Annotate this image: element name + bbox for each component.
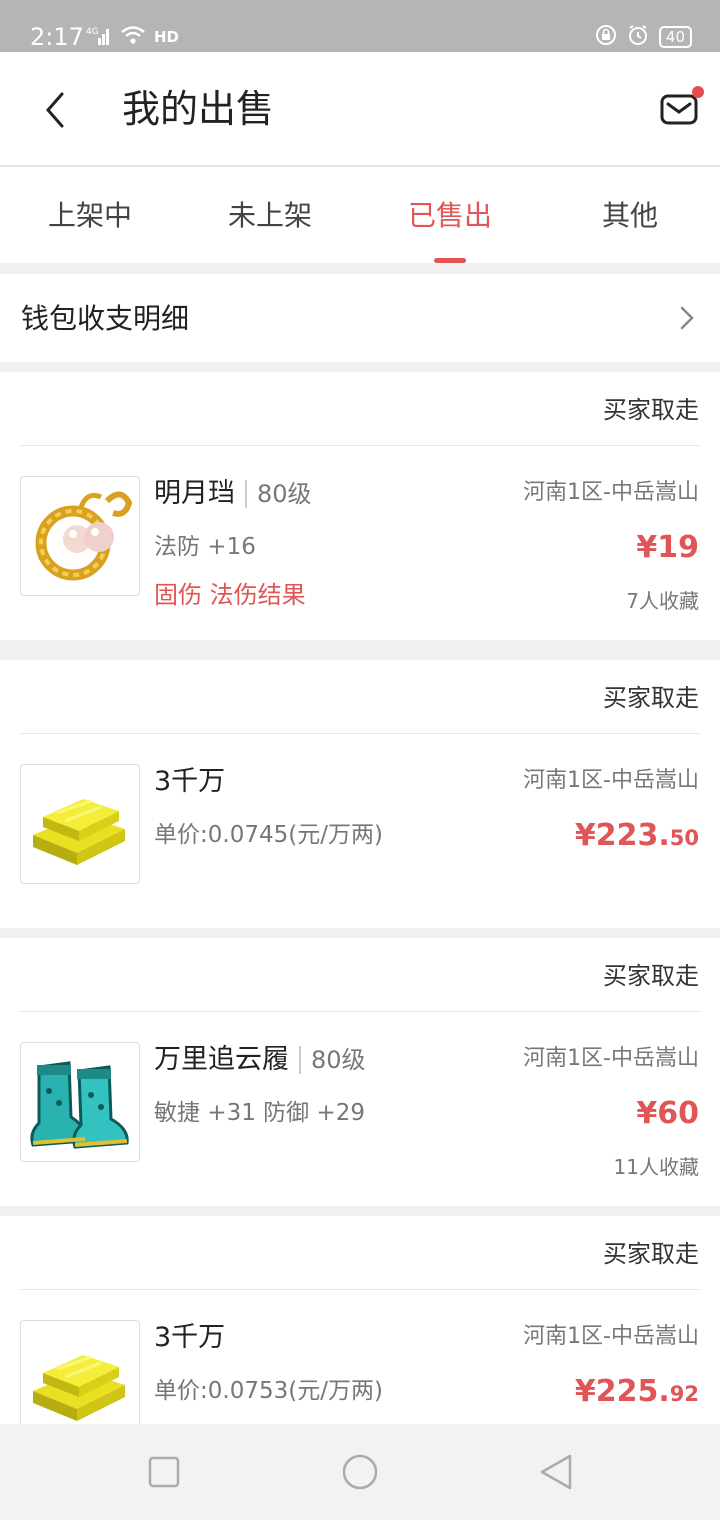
- tab-unlisted[interactable]: 未上架: [180, 167, 360, 263]
- triangle-back-icon: [540, 1454, 572, 1490]
- order-status: 买家取走: [603, 396, 699, 424]
- item-name: 明月珰: [154, 478, 235, 509]
- tab-listed[interactable]: 上架中: [0, 167, 180, 263]
- item-name-row: 明月珰 80级: [154, 474, 312, 514]
- divider: [20, 733, 700, 734]
- item-name: 3千万: [154, 1322, 226, 1353]
- item-price: ¥60: [636, 1092, 699, 1138]
- item-name: 3千万: [154, 766, 226, 797]
- back-button[interactable]: [36, 88, 76, 132]
- item-price: ¥19: [636, 526, 699, 572]
- sold-item-card[interactable]: 买家取走 万里追云履 80级 敏捷 +31 防御 +29 河南1区-中岳嵩山 ¥6…: [0, 938, 720, 1206]
- item-price: ¥223.50: [575, 814, 699, 860]
- item-server: 河南1区-中岳嵩山: [523, 480, 699, 505]
- sold-item-card[interactable]: 买家取走 3千万 单价:0.0753(元/万两) 河南1区-中岳嵩山 ¥225.…: [0, 1216, 720, 1424]
- back-nav-button[interactable]: [538, 1454, 574, 1490]
- price-decimal: 92: [669, 1382, 699, 1406]
- wallet-details-row[interactable]: 钱包收支明细: [0, 274, 720, 362]
- item-server: 河南1区-中岳嵩山: [523, 768, 699, 793]
- favorites-count: 11人收藏: [613, 1155, 699, 1179]
- status-icons-right: 40: [595, 24, 692, 50]
- item-price: ¥225.92: [575, 1370, 699, 1416]
- item-level: 80级: [299, 1046, 366, 1074]
- order-status: 买家取走: [603, 684, 699, 712]
- network-type-label: 4G: [86, 27, 99, 37]
- circle-icon: [342, 1454, 378, 1490]
- price-integer: ¥225.: [574, 1374, 670, 1409]
- item-name-row: 3千万: [154, 1318, 225, 1358]
- price-decimal: 50: [669, 826, 699, 850]
- item-level: 80级: [245, 480, 312, 508]
- gold-bar-icon: [20, 764, 140, 884]
- order-status: 买家取走: [603, 1240, 699, 1268]
- tab-other[interactable]: 其他: [540, 167, 720, 263]
- item-server: 河南1区-中岳嵩山: [523, 1046, 699, 1071]
- status-time: 2:17: [30, 23, 84, 51]
- divider: [20, 445, 700, 446]
- lock-rotation-icon: [595, 24, 617, 50]
- status-icons-left: 4G HD: [86, 24, 179, 50]
- wallet-details-label: 钱包收支明细: [21, 302, 190, 335]
- item-name-row: 万里追云履 80级: [154, 1040, 366, 1080]
- boots-icon: [20, 1042, 140, 1162]
- chevron-left-icon: [46, 92, 64, 128]
- item-attributes: 敏捷 +31 防御 +29: [154, 1100, 366, 1126]
- sold-item-card[interactable]: 买家取走 3千万 单价:0.0745(元/万两) 河南1区-中岳嵩山 ¥223.…: [0, 660, 720, 928]
- unread-dot: [692, 86, 704, 98]
- system-navigation-bar: [0, 1424, 720, 1520]
- item-tags: 固伤 法伤结果: [154, 581, 306, 609]
- price-integer: ¥223.: [574, 818, 670, 853]
- item-name: 万里追云履: [154, 1044, 289, 1075]
- home-button[interactable]: [340, 1454, 378, 1490]
- item-name-row: 3千万: [154, 762, 225, 802]
- tab-active-indicator: [434, 258, 466, 263]
- square-icon: [148, 1456, 180, 1488]
- wifi-icon: [120, 24, 146, 50]
- divider: [20, 1289, 700, 1290]
- cellular-signal-icon: 4G: [86, 25, 112, 50]
- status-tabs: 上架中 未上架 已售出 其他: [0, 167, 720, 263]
- earring-icon: [20, 476, 140, 596]
- favorites-count: 7人收藏: [626, 589, 699, 613]
- item-attributes: 法防 +16: [154, 534, 256, 560]
- divider: [20, 1011, 700, 1012]
- hd-voice-icon: HD: [154, 28, 180, 46]
- sold-item-card[interactable]: 买家取走 明月珰 80级 法防 +16 固伤 法伤结果 河南1区-中岳嵩山 ¥19…: [0, 372, 720, 640]
- chevron-right-icon: [680, 306, 694, 330]
- header-bar: 我的出售: [0, 52, 720, 167]
- gold-bar-icon: [20, 1320, 140, 1424]
- tab-sold[interactable]: 已售出: [360, 167, 540, 263]
- battery-indicator: 40: [658, 26, 692, 48]
- item-server: 河南1区-中岳嵩山: [523, 1324, 699, 1349]
- alarm-icon: [627, 24, 649, 50]
- item-attributes: 单价:0.0753(元/万两): [154, 1378, 383, 1404]
- message-button[interactable]: [660, 92, 700, 128]
- status-bar: 2:17 4G HD 40: [0, 0, 720, 52]
- price-integer: ¥60: [636, 1096, 699, 1131]
- page-title: 我的出售: [122, 87, 275, 131]
- item-attributes: 单价:0.0745(元/万两): [154, 822, 383, 848]
- order-status: 买家取走: [603, 962, 699, 990]
- recent-apps-button[interactable]: [146, 1454, 182, 1490]
- price-integer: ¥19: [636, 530, 699, 565]
- mail-icon: [660, 94, 698, 125]
